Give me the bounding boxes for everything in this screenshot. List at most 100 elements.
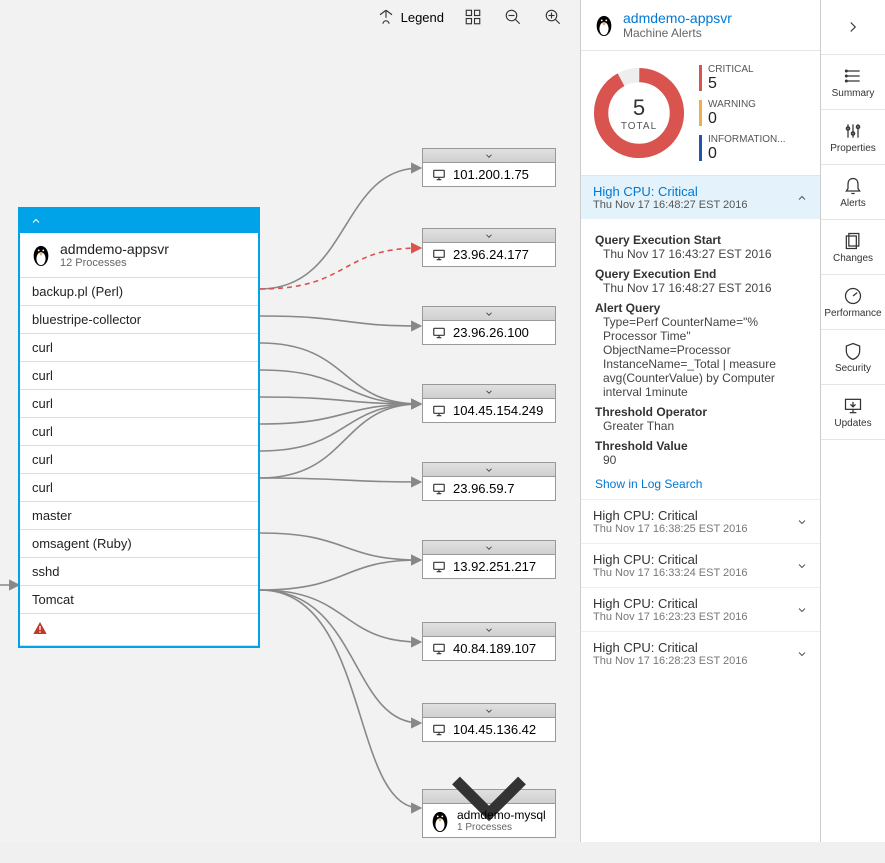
process-row[interactable]: curl: [20, 333, 258, 361]
alert-row[interactable]: High CPU: CriticalThu Nov 17 16:28:23 ES…: [581, 631, 820, 675]
alert-field-value: 90: [595, 453, 806, 467]
target-node[interactable]: 104.45.154.249: [422, 384, 556, 423]
target-expand[interactable]: [423, 307, 555, 321]
alert-summary: 5 TOTAL CRITICAL 5 WARNING 0: [581, 51, 820, 176]
card-collapse-bar[interactable]: [20, 209, 258, 233]
process-row[interactable]: curl: [20, 473, 258, 501]
zoom-out-button[interactable]: [502, 6, 524, 28]
critical-swatch: [699, 65, 702, 91]
alert-indicator[interactable]: [20, 613, 258, 646]
donut-total-label: TOTAL: [621, 121, 657, 132]
fit-to-screen-button[interactable]: [462, 6, 484, 28]
target-expand[interactable]: [423, 623, 555, 637]
legend-icon: [377, 8, 395, 26]
process-row[interactable]: curl: [20, 417, 258, 445]
warning-value: 0: [708, 110, 756, 128]
chevron-down-icon: [484, 387, 494, 397]
bell-icon: [843, 176, 863, 196]
process-row[interactable]: curl: [20, 389, 258, 417]
rail-security[interactable]: Security: [821, 330, 885, 385]
legend-label: Legend: [401, 10, 444, 25]
machine-card-appsvr[interactable]: admdemo-appsvr 12 Processes backup.pl (P…: [18, 207, 260, 648]
legend-button[interactable]: Legend: [377, 8, 444, 26]
monitor-icon: [431, 482, 447, 496]
alert-date: Thu Nov 17 16:33:24 EST 2016: [593, 567, 748, 579]
card-title-row: admdemo-appsvr 12 Processes: [20, 233, 258, 277]
target-node[interactable]: 23.96.26.100: [422, 306, 556, 345]
target-node[interactable]: 23.96.59.7: [422, 462, 556, 501]
target-expand[interactable]: [423, 385, 555, 399]
zoom-in-button[interactable]: [542, 6, 564, 28]
list-icon: [843, 66, 863, 86]
alert-field-key: Alert Query: [595, 301, 806, 315]
process-row[interactable]: bluestripe-collector: [20, 305, 258, 333]
alert-row[interactable]: High CPU: CriticalThu Nov 17 16:33:24 ES…: [581, 543, 820, 587]
target-expand[interactable]: [423, 149, 555, 163]
target-expand[interactable]: [423, 229, 555, 243]
topology-canvas[interactable]: Legend admdemo-appsvr 12 Processes backu…: [0, 0, 580, 842]
alert-date: Thu Nov 17 16:23:23 EST 2016: [593, 611, 748, 623]
panel-subtitle: Machine Alerts: [623, 26, 732, 40]
target-node[interactable]: 13.92.251.217: [422, 540, 556, 579]
target-node[interactable]: 40.84.189.107: [422, 622, 556, 661]
target-expand[interactable]: [423, 541, 555, 555]
linux-icon: [429, 809, 451, 833]
process-row[interactable]: master: [20, 501, 258, 529]
alert-row[interactable]: High CPU: CriticalThu Nov 17 16:38:25 ES…: [581, 499, 820, 543]
target-expand[interactable]: [423, 790, 555, 804]
target-ip: 23.96.24.177: [453, 247, 529, 262]
alert-title: High CPU: Critical: [593, 596, 748, 611]
alert-field-key: Query Execution End: [595, 267, 806, 281]
rail-summary[interactable]: Summary: [821, 55, 885, 110]
chevron-down-icon: [484, 231, 494, 241]
process-row[interactable]: curl: [20, 445, 258, 473]
process-row[interactable]: backup.pl (Perl): [20, 277, 258, 305]
canvas-toolbar: Legend: [377, 2, 580, 32]
rail-properties[interactable]: Properties: [821, 110, 885, 165]
target-name: admdemo-mysql: [457, 808, 546, 822]
rail-label: Security: [835, 363, 871, 374]
target-ip: 23.96.26.100: [453, 325, 529, 340]
fit-icon: [464, 8, 482, 26]
target-node[interactable]: 101.200.1.75: [422, 148, 556, 187]
chevron-down-icon: [423, 731, 555, 863]
target-ip: 101.200.1.75: [453, 167, 529, 182]
info-label: INFORMATION...: [708, 134, 786, 145]
target-ip: 23.96.59.7: [453, 481, 514, 496]
chevron-down-icon: [796, 604, 808, 616]
process-row[interactable]: sshd: [20, 557, 258, 585]
rail-changes[interactable]: Changes: [821, 220, 885, 275]
alert-row[interactable]: High CPU: CriticalThu Nov 17 16:23:23 ES…: [581, 587, 820, 631]
linux-icon: [593, 13, 615, 37]
process-row[interactable]: omsagent (Ruby): [20, 529, 258, 557]
target-expand[interactable]: [423, 463, 555, 477]
chevron-down-icon: [796, 516, 808, 528]
show-in-log-search-link[interactable]: Show in Log Search: [595, 477, 702, 491]
monitor-icon: [431, 560, 447, 574]
alert-title: High CPU: Critical: [593, 552, 748, 567]
alert-field-value: Thu Nov 17 16:48:27 EST 2016: [595, 281, 806, 295]
rail-alerts[interactable]: Alerts: [821, 165, 885, 220]
process-row[interactable]: curl: [20, 361, 258, 389]
rail-label: Alerts: [840, 198, 866, 209]
rail-updates[interactable]: Updates: [821, 385, 885, 440]
alert-date: Thu Nov 17 16:28:23 EST 2016: [593, 655, 748, 667]
target-node-mysql[interactable]: admdemo-mysql1 Processes: [422, 789, 556, 838]
chevron-right-icon: [844, 18, 862, 36]
process-row[interactable]: Tomcat: [20, 585, 258, 613]
linux-icon: [30, 243, 52, 267]
chevron-down-icon: [484, 625, 494, 635]
chevron-down-icon: [484, 706, 494, 716]
target-node[interactable]: 23.96.24.177: [422, 228, 556, 267]
chevron-down-icon: [796, 560, 808, 572]
panel-title: admdemo-appsvr: [623, 10, 732, 26]
rail-expand[interactable]: [821, 0, 885, 55]
target-expand[interactable]: [423, 704, 555, 718]
alert-expanded-header[interactable]: High CPU: Critical Thu Nov 17 16:48:27 E…: [581, 176, 820, 219]
alert-triangle-icon: [32, 620, 48, 636]
rail-performance[interactable]: Performance: [821, 275, 885, 330]
alert-title: High CPU: Critical: [593, 508, 748, 523]
critical-value: 5: [708, 75, 754, 93]
zoom-in-icon: [544, 8, 562, 26]
zoom-out-icon: [504, 8, 522, 26]
